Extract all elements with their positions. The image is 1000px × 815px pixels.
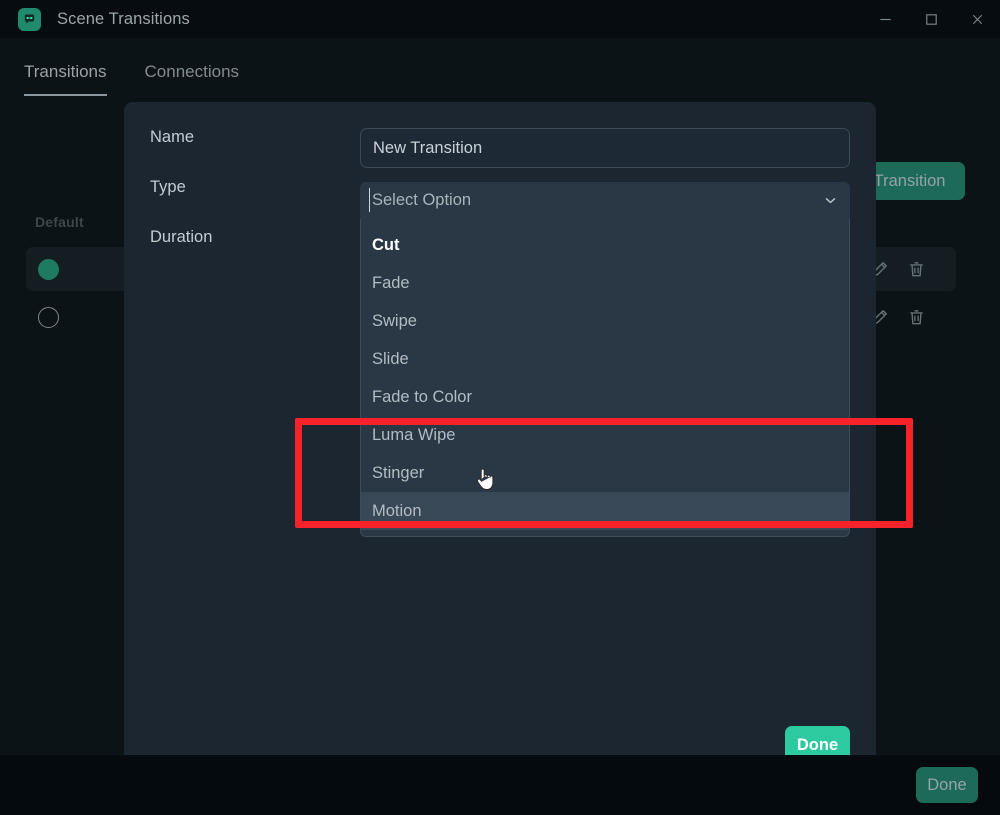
option-fade-to-color[interactable]: Fade to Color — [361, 378, 849, 416]
close-icon[interactable] — [954, 0, 1000, 38]
window-body: Transitions Connections Add Transition D… — [0, 38, 1000, 790]
chevron-down-icon[interactable] — [823, 193, 838, 208]
type-select-options: Cut Fade Swipe Slide Fade to Color Luma … — [360, 219, 850, 537]
option-stinger[interactable]: Stinger — [361, 454, 849, 492]
option-label: Fade to Color — [372, 387, 472, 406]
type-select-value: Select Option — [368, 188, 472, 212]
tab-connections[interactable]: Connections — [145, 62, 240, 96]
list-section-header: Default — [35, 214, 84, 230]
option-fade[interactable]: Fade — [361, 264, 849, 302]
option-label: Stinger — [372, 463, 425, 482]
option-label: Cut — [372, 235, 400, 254]
row-actions — [870, 260, 926, 279]
tab-bar: Transitions Connections — [0, 38, 277, 96]
duration-label: Duration — [150, 228, 213, 246]
window-done-label: Done — [927, 775, 967, 794]
maximize-icon[interactable] — [908, 0, 954, 38]
title-bar: Scene Transitions — [0, 0, 1000, 38]
tab-connections-label: Connections — [144, 62, 240, 81]
footer-bar: Done — [0, 755, 1000, 815]
row-actions — [870, 308, 926, 327]
trash-icon[interactable] — [907, 260, 926, 279]
option-swipe[interactable]: Swipe — [361, 302, 849, 340]
robot-icon — [18, 7, 41, 31]
minimize-icon[interactable] — [862, 0, 908, 38]
name-label: Name — [150, 128, 195, 146]
option-luma-wipe[interactable]: Luma Wipe — [361, 416, 849, 454]
window-title: Scene Transitions — [57, 9, 190, 28]
option-label: Luma Wipe — [372, 425, 456, 444]
default-indicator-filled[interactable] — [38, 258, 59, 280]
application-window: Scene Transitions Transitions Connection… — [0, 0, 1000, 815]
new-transition-dialog: Name Type Duration New Transition Select… — [124, 102, 876, 790]
tab-transitions-label: Transitions — [24, 62, 107, 81]
option-label: Fade — [372, 273, 410, 292]
window-controls — [862, 0, 1000, 38]
tab-transitions[interactable]: Transitions — [24, 62, 107, 96]
trash-icon[interactable] — [907, 308, 926, 327]
type-select[interactable]: Select Option — [360, 182, 850, 219]
option-label: Slide — [372, 349, 409, 368]
dialog-done-label: Done — [796, 736, 839, 754]
type-label: Type — [150, 178, 186, 196]
window-done-button[interactable]: Done — [916, 767, 978, 803]
option-label: Motion — [372, 501, 422, 520]
default-indicator-hollow[interactable] — [38, 306, 59, 328]
name-input[interactable]: New Transition — [360, 128, 850, 168]
option-motion[interactable]: Motion — [361, 492, 849, 530]
option-slide[interactable]: Slide — [361, 340, 849, 378]
option-cut[interactable]: Cut — [361, 226, 849, 264]
option-label: Swipe — [372, 311, 417, 330]
